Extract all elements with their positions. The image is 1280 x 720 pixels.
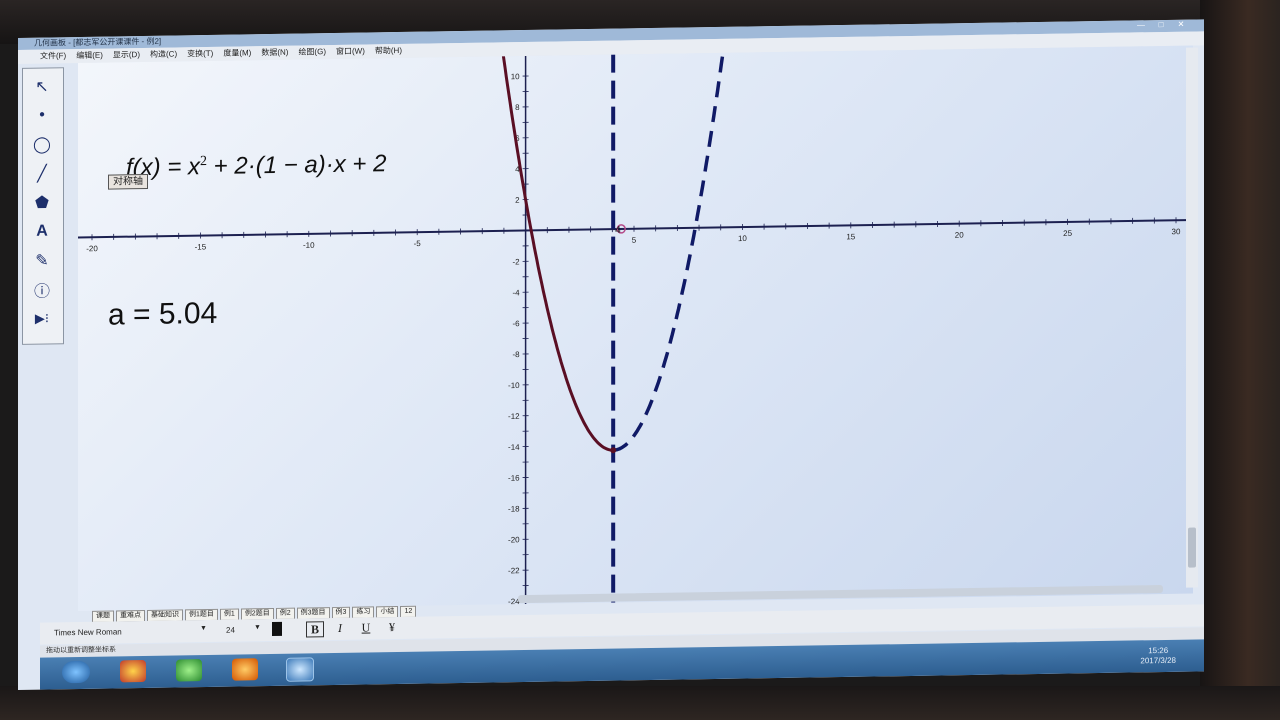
arrow-tool-icon[interactable]: ↖ [27, 72, 57, 100]
y-tick-label: -6 [512, 319, 520, 328]
menu-transform[interactable]: 变换(T) [187, 47, 213, 61]
menu-window[interactable]: 窗口(W) [336, 45, 365, 59]
window-title: 几何画板 - [都志军公开课课件 - 例2] [34, 36, 162, 48]
special-symbol-button[interactable]: ¥ [384, 620, 400, 634]
start-button-icon[interactable] [62, 660, 90, 684]
y-tick-label: -16 [508, 474, 520, 483]
minimize-button[interactable]: — [1134, 20, 1148, 30]
x-tick-label: -20 [86, 244, 98, 253]
menu-graph[interactable]: 绘图(G) [298, 45, 326, 59]
x-tick-label: 20 [955, 231, 964, 240]
app-icon-1[interactable] [120, 659, 146, 683]
monitor-bezel-bottom [0, 686, 1280, 720]
x-tick-label: 30 [1172, 227, 1181, 236]
geometer-app-icon[interactable] [286, 657, 314, 682]
font-dropdown-icon[interactable]: ▼ [200, 625, 207, 632]
coordinate-graph[interactable]: -20 -15 -10 -5 5 10 15 20 25 30108642-2-4-6-8-10-… [78, 46, 1193, 612]
font-size-select[interactable]: 24 [226, 626, 235, 635]
x-tick-label: -15 [195, 242, 207, 251]
symmetry-axis-button[interactable]: 对称轴 [108, 173, 148, 190]
function-formula[interactable]: f(x) = x2 + 2·(1 − a)·x + 2 [126, 150, 386, 182]
menu-edit[interactable]: 编辑(E) [76, 49, 103, 63]
system-clock: 15:26 2017/3/28 [1140, 646, 1176, 667]
point-tool-icon[interactable]: • [27, 101, 57, 129]
x-tick-label: 10 [738, 234, 747, 243]
x-tick-label: 5 [632, 236, 637, 245]
polygon-tool-icon[interactable]: ⬟ [27, 188, 57, 216]
maximize-button[interactable]: □ [1154, 20, 1168, 30]
x-tick-label: -5 [414, 239, 422, 248]
y-tick-label: -12 [508, 412, 520, 421]
menu-measure[interactable]: 度量(M) [223, 46, 251, 60]
app-icon-2[interactable] [176, 659, 202, 682]
menu-help[interactable]: 帮助(H) [375, 44, 402, 58]
toolbox: ↖ • ◯ ╱ ⬟ A ✎ ⓘ ▶⁝ [22, 67, 64, 345]
vertex-label: 4 [615, 225, 621, 236]
menu-construct[interactable]: 构造(C) [150, 48, 177, 62]
y-tick-label: -8 [512, 350, 520, 359]
underline-button[interactable]: U [358, 620, 374, 634]
font-select[interactable]: Times New Roman [54, 627, 122, 637]
x-tick-label: 15 [846, 232, 855, 241]
y-tick-label: 10 [511, 72, 520, 81]
app-icon-3[interactable] [232, 658, 258, 681]
line-tool-icon[interactable]: ╱ [27, 159, 57, 187]
compass-tool-icon[interactable]: ◯ [27, 130, 57, 158]
marker-tool-icon[interactable]: ✎ [27, 246, 57, 274]
italic-button[interactable]: I [332, 621, 348, 635]
x-tick-label: 25 [1063, 229, 1072, 238]
color-swatch[interactable] [272, 621, 282, 637]
y-tick-label: -2 [512, 257, 520, 266]
clock-date: 2017/3/28 [1140, 655, 1176, 666]
y-tick-label: -14 [508, 443, 520, 452]
screen: 几何画板 - [都志军公开课课件 - 例2] — □ ✕ 文件(F) 编辑(E)… [18, 19, 1204, 690]
y-tick-label: 8 [515, 103, 520, 112]
y-tick-label: -10 [508, 381, 520, 390]
formula-exponent: 2 [200, 154, 208, 170]
vertex-point [610, 447, 617, 454]
monitor-bezel-right [1200, 0, 1280, 720]
size-dropdown-icon[interactable]: ▼ [254, 624, 261, 631]
y-tick-label: -20 [508, 535, 520, 544]
sketch-canvas[interactable]: -20 -15 -10 -5 5 10 15 20 25 30 10 8 6 4 2 -2 -4 -6 -8 -10-… [78, 45, 1193, 612]
formula-suffix: + 2·(1 − a)·x + 2 [207, 150, 387, 181]
axis-ticks: -20 -15 -10 -5 5 10 15 20 25 30108642-2-4-6-8-10-… [86, 72, 1181, 606]
axes [78, 56, 1193, 605]
info-tool-icon[interactable]: ⓘ [27, 275, 57, 303]
text-tool-icon[interactable]: A [27, 217, 57, 245]
vertical-scroll-thumb[interactable] [1188, 527, 1196, 568]
menu-display[interactable]: 显示(D) [113, 48, 140, 62]
menu-data[interactable]: 数据(N) [261, 46, 288, 60]
menu-file[interactable]: 文件(F) [40, 49, 66, 63]
clock-time: 15:26 [1148, 645, 1169, 656]
y-tick-label: 2 [515, 196, 520, 205]
custom-tool-icon[interactable]: ▶⁝ [27, 304, 57, 332]
parameter-a-value[interactable]: a = 5.04 [108, 297, 217, 333]
function-curve-dashed [613, 46, 726, 452]
y-tick-label: -4 [512, 288, 520, 297]
y-tick-label: -22 [508, 566, 520, 575]
bold-button[interactable]: B [306, 621, 324, 638]
x-tick-label: -10 [303, 241, 315, 250]
vertical-scrollbar[interactable] [1186, 47, 1198, 588]
close-button[interactable]: ✕ [1174, 20, 1188, 30]
y-tick-label: -18 [508, 504, 520, 513]
